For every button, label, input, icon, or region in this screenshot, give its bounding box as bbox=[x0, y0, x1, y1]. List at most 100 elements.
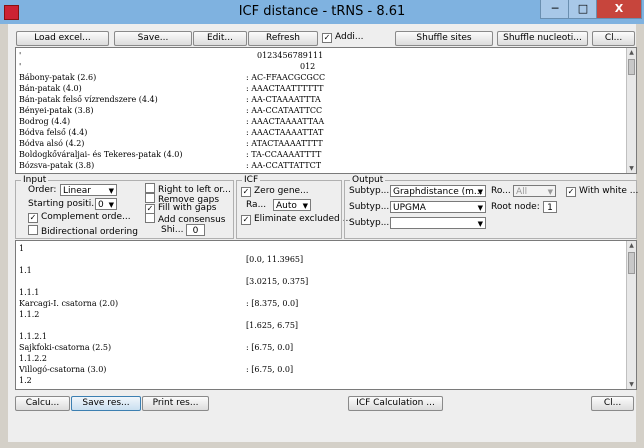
icf-group-title: ICF bbox=[242, 175, 261, 186]
ro-label: Ro... bbox=[491, 186, 511, 196]
result-row: Villogó-csatorna (3.0): [6.75, 0.0] bbox=[19, 364, 419, 375]
order-label: Order: bbox=[28, 185, 57, 195]
dropdown-arrow-icon: ▼ bbox=[108, 187, 114, 195]
scroll-up-icon[interactable]: ▲ bbox=[627, 48, 636, 57]
sequence-value: : AAACTAAAATTAA bbox=[246, 117, 325, 126]
sequence-name: Bódva alsó (4.2) bbox=[19, 139, 85, 148]
result-row: Karcagi-I. csatorna (2.0): [8.375, 0.0] bbox=[19, 298, 419, 309]
sequence-value: : TA-CCAAAATTTT bbox=[246, 150, 322, 159]
sequence-row: Bán-patak (4.0) : AAACTAATTTTTT bbox=[19, 83, 339, 94]
edit-button[interactable]: Edit... bbox=[193, 31, 247, 46]
sequence-scrollbar[interactable]: ▲ ▼ bbox=[626, 48, 636, 173]
eliminate-excluded-checkbox[interactable]: ✓ Eliminate excluded ... bbox=[241, 214, 351, 225]
sequence-value: : AAACTAAAATTAT bbox=[246, 128, 324, 137]
ro-select[interactable]: All ▼ bbox=[513, 185, 556, 197]
output-group: Output Subtyp... Graphdistance (m... ▼ Ro… bbox=[344, 175, 638, 239]
checkbox-icon: ✓ bbox=[322, 33, 332, 43]
subtype-select-2[interactable]: UPGMA ▼ bbox=[390, 201, 486, 213]
zero-gene-label: Zero gene... bbox=[254, 186, 309, 196]
bidirectional-ordering-label: Bidirectional ordering bbox=[41, 227, 138, 237]
sequence-name: Bán-patak felső vízrendszere (4.4) bbox=[19, 95, 158, 104]
sequence-name: Boldogkőváraljai- és Tekeres-patak (4.0) bbox=[19, 150, 183, 159]
ra-value: Auto bbox=[276, 201, 297, 211]
dropdown-arrow-icon: ▼ bbox=[108, 201, 114, 209]
icf-calculation-button[interactable]: ICF Calculation ... bbox=[348, 396, 443, 411]
bidirectional-ordering-checkbox[interactable]: Bidirectional ordering bbox=[28, 225, 138, 238]
result-label: 1.1.2.2 bbox=[19, 354, 47, 363]
result-label: Sajkfoki-csatorna (2.5) bbox=[19, 343, 112, 352]
close-button[interactable]: Cl... bbox=[592, 31, 635, 46]
zero-gene-checkbox[interactable]: ✓ Zero gene... bbox=[241, 186, 309, 197]
ruler-row-2: ' 012 bbox=[19, 62, 316, 71]
result-row: Sajkfoki-csatorna (2.5) : [6.75, 0.0] bbox=[19, 342, 419, 353]
sequence-name: Bán-patak (4.0) bbox=[19, 84, 82, 93]
scroll-up-icon[interactable]: ▲ bbox=[627, 241, 636, 250]
sequence-value: : AA-CCATTATTCT bbox=[246, 161, 322, 170]
checkbox-icon: ✓ bbox=[28, 213, 38, 223]
minimize-button[interactable]: ─ bbox=[540, 0, 570, 19]
fill-with-gaps-label: Fill with gaps bbox=[158, 203, 217, 213]
scroll-thumb[interactable] bbox=[628, 59, 635, 75]
order-select[interactable]: Linear ▼ bbox=[60, 184, 117, 196]
maximize-button[interactable]: □ bbox=[568, 0, 598, 19]
sequence-row: Bényei-patak (3.8): AA-CCATAATTCC bbox=[19, 105, 339, 116]
title-bar[interactable]: ICF distance - tRNS - 8.61 ─ □ X bbox=[0, 0, 644, 24]
close-window-button[interactable]: X bbox=[596, 0, 642, 19]
save-button[interactable]: Save... bbox=[114, 31, 192, 46]
with-white-checkbox[interactable]: ✓ With white ... bbox=[566, 186, 638, 197]
checkbox-icon: ✓ bbox=[241, 187, 251, 197]
result-label: Villogó-csatorna (3.0) bbox=[19, 365, 107, 374]
shuffle-sites-button[interactable]: Shuffle sites bbox=[395, 31, 493, 46]
sequence-row: Bódva felső (4.4) : AAACTAAAATTAT bbox=[19, 127, 339, 138]
result-label: 1 bbox=[19, 244, 25, 253]
complement-order-checkbox[interactable]: ✓ Complement orde... bbox=[28, 212, 131, 223]
sequence-name: Bódva felső (4.4) bbox=[19, 128, 88, 137]
starting-position-select[interactable]: 0 ▼ bbox=[95, 198, 117, 210]
complement-order-label: Complement orde... bbox=[41, 212, 131, 222]
checkbox-icon: ✓ bbox=[566, 187, 576, 197]
checkbox-icon bbox=[145, 213, 155, 223]
print-results-button[interactable]: Print res... bbox=[142, 396, 209, 411]
subtype-select-3[interactable]: ▼ bbox=[390, 217, 486, 229]
result-label: 1.1 bbox=[19, 266, 32, 275]
shuffle-nucleotides-button[interactable]: Shuffle nucleoti... bbox=[497, 31, 588, 46]
calculate-button[interactable]: Calcu... bbox=[15, 396, 70, 411]
sequence-row: Bodrog (4.4): AAACTAAAATTAA bbox=[19, 116, 339, 127]
result-lines: 1 [0.0, 11.3965] 1.1 [3.0215, 0.375] 1.1.1 Ka… bbox=[19, 243, 419, 386]
ruler-row-1: ' 0123456789111 bbox=[19, 51, 324, 60]
ra-select[interactable]: Auto ▼ bbox=[273, 199, 311, 211]
result-value: : [6.75, 0.0] bbox=[246, 343, 294, 352]
root-node-input[interactable]: 1 bbox=[543, 201, 557, 213]
sequence-name: Bényei-patak (3.8) bbox=[19, 106, 94, 115]
sequence-textarea[interactable]: ' 0123456789111 ' 012 Bábony-patak (2.6)… bbox=[15, 47, 637, 174]
scroll-down-icon[interactable]: ▼ bbox=[627, 380, 636, 389]
save-results-button[interactable]: Save res... bbox=[71, 396, 141, 411]
ro-value: All bbox=[516, 187, 528, 197]
result-value: [1.625, 6.75] bbox=[246, 321, 299, 330]
results-scrollbar[interactable]: ▲ ▼ bbox=[626, 241, 636, 389]
sequence-value: : AC-FFAACGCGCC bbox=[246, 73, 326, 82]
shift-input[interactable]: 0 bbox=[186, 224, 205, 236]
scroll-down-icon[interactable]: ▼ bbox=[627, 164, 636, 173]
checkbox-icon bbox=[145, 183, 155, 193]
load-excel-button[interactable]: Load excel... bbox=[16, 31, 109, 46]
addi-checkbox[interactable]: ✓ Addi... bbox=[322, 32, 364, 43]
refresh-button[interactable]: Refresh bbox=[248, 31, 318, 46]
subtype-label-2: Subtyp... bbox=[349, 202, 390, 212]
dropdown-arrow-icon: ▼ bbox=[477, 220, 483, 228]
subtype-label-3: Subtyp... bbox=[349, 218, 390, 228]
sequence-row: Bán-patak felső vízrendszere (4.4) : AA-C… bbox=[19, 94, 339, 105]
close-bottom-button[interactable]: Cl... bbox=[591, 396, 634, 411]
sequence-row: Bózsva-patak (3.8): AA-CCATTATTCT bbox=[19, 160, 339, 171]
results-textarea[interactable]: 1 [0.0, 11.3965] 1.1 [3.0215, 0.375] 1.1.1 Ka… bbox=[15, 240, 637, 390]
subtype-select-1[interactable]: Graphdistance (m... ▼ bbox=[390, 185, 486, 197]
sequence-value: : AAACTAATTTTTT bbox=[246, 84, 324, 93]
icf-group: ICF ✓ Zero gene... Ra... Auto ▼ ✓ Eliminate… bbox=[236, 175, 351, 239]
result-row: 1.1.2.2 bbox=[19, 353, 419, 364]
result-value: [3.0215, 0.375] bbox=[246, 277, 309, 286]
result-label: 1.1.1 bbox=[19, 288, 40, 297]
sequence-row: Bábony-patak (2.6): AC-FFAACGCGCC bbox=[19, 72, 339, 83]
sequence-value: : AA-CTAAAATTTA bbox=[246, 95, 321, 104]
scroll-thumb[interactable] bbox=[628, 252, 635, 274]
sequence-row: Bódva alsó (4.2): ATACTAAAATTTT bbox=[19, 138, 339, 149]
